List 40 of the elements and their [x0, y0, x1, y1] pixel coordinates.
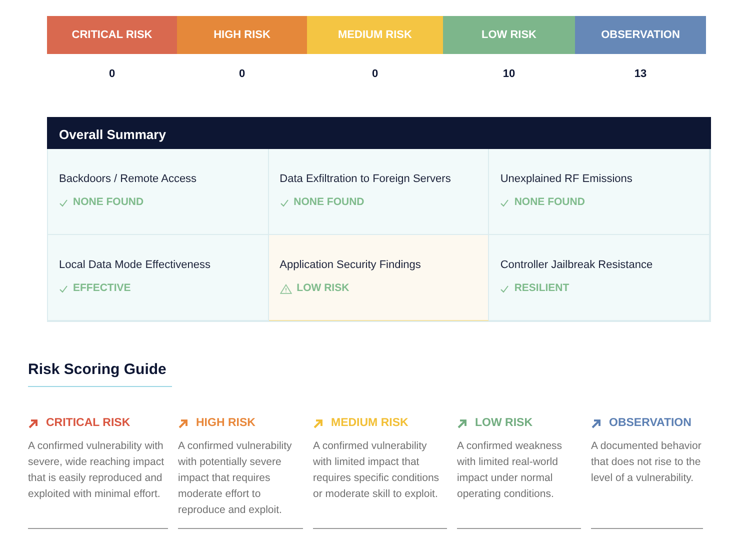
check-icon: [59, 198, 68, 207]
check-icon: [280, 198, 289, 207]
risk-level-header: HIGH RISK: [177, 16, 307, 54]
summary-header: Overall Summary: [47, 116, 711, 148]
risk-level-title: HIGH RISK: [196, 416, 256, 431]
summary-status: NONE FOUND: [514, 195, 585, 210]
risk-count: 0: [372, 68, 378, 80]
check-icon: [59, 284, 68, 293]
check-icon: [500, 198, 510, 207]
risk-level-header: LOW RISK: [443, 16, 575, 54]
risk-level-title: CRITICAL RISK: [46, 416, 130, 431]
risk-level-header: OBSERVATION: [575, 16, 706, 54]
section-title: Risk Scoring Guide: [28, 358, 172, 387]
summary-label: Controller Jailbreak Resistance: [500, 258, 653, 270]
risk-level-header: CRITICAL RISK: [47, 16, 177, 54]
summary-label: Backdoors / Remote Access: [59, 172, 197, 184]
risk-level-header: MEDIUM RISK: [307, 16, 443, 54]
risk-count: 0: [238, 68, 246, 80]
risk-description: A documented behavior that does not rise to the level of a vulnerability.: [591, 440, 702, 484]
summary-label: Local Data Mode Effectiveness: [59, 258, 210, 270]
summary-label: Unexplained RF Emissions: [500, 172, 632, 184]
risk-level-title: MEDIUM RISK: [331, 416, 408, 431]
summary-status: EFFECTIVE: [73, 281, 131, 296]
risk-count: 13: [634, 68, 647, 80]
summary-status: NONE FOUND: [294, 195, 364, 210]
risk-level-title: OBSERVATION: [609, 416, 692, 431]
risk-description: A confirmed vulnerability with limited impact that requires specific conditions or moderate skill to exploit.: [313, 440, 440, 500]
check-icon: [500, 284, 510, 293]
risk-description: A confirmed vulnerability with potentially severe impact that requires moderate effort to reproduce and exploit.: [178, 440, 292, 516]
summary-status: LOW RISK: [296, 281, 350, 296]
risk-level-title: LOW RISK: [475, 416, 532, 431]
risk-count: 10: [502, 68, 516, 80]
warning-icon: [280, 284, 292, 294]
summary-status: NONE FOUND: [73, 195, 144, 210]
risk-description: A confirmed weakness with limited real-world impact under normal operating conditions.: [457, 440, 562, 500]
summary-label: Data Exfiltration to Foreign Servers: [280, 172, 451, 184]
risk-description: A confirmed vulnerability with severe, wide reaching impact that is easily reproduced and exploited with minimal effort.: [28, 440, 164, 500]
risk-count: 0: [108, 68, 116, 80]
summary-status: RESILIENT: [514, 281, 570, 296]
summary-label: Application Security Findings: [280, 258, 421, 270]
